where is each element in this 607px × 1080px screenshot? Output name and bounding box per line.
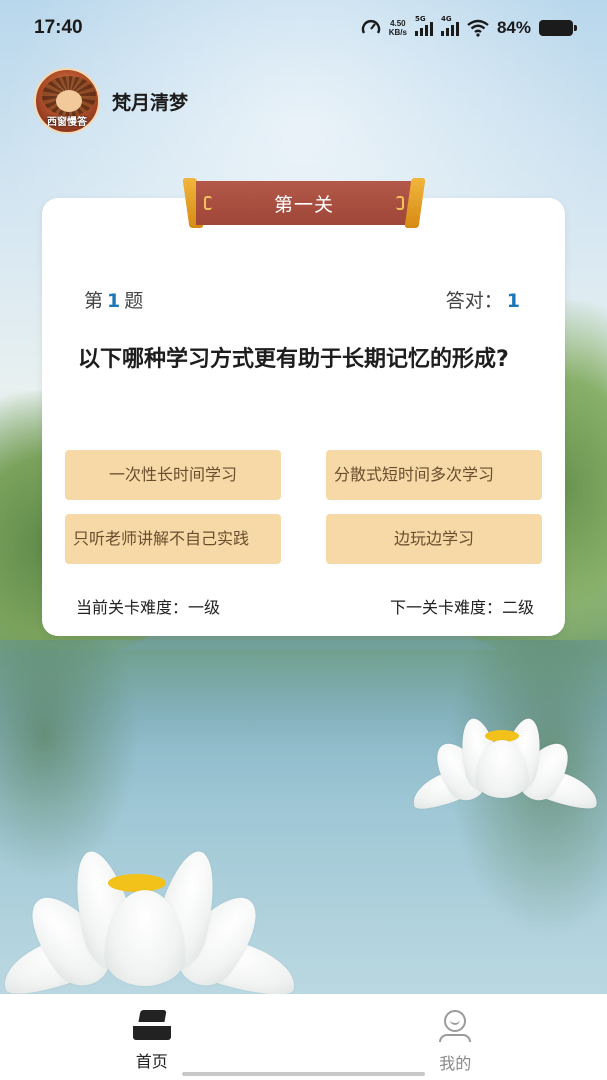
status-bar: 17:40 4.50 KB/s 5G 4G 84%: [0, 0, 607, 56]
question-meta: 第1题 答对： 1: [84, 286, 524, 313]
signal-5g-label: 5G: [414, 15, 426, 23]
hedgehog-face: [56, 90, 82, 112]
battery-percentage: 84%: [496, 18, 531, 37]
question-number-prefix: 第: [84, 290, 104, 312]
status-icons: 4.50 KB/s 5G 4G 84%: [361, 15, 577, 38]
nav-home[interactable]: 首页: [0, 994, 304, 1080]
lotus-flower-right: [400, 700, 605, 815]
level-title: 第一关: [196, 181, 412, 225]
home-icon: [132, 1010, 171, 1040]
person-icon: [439, 1010, 472, 1042]
correct-count: 答对： 1: [446, 286, 524, 313]
correct-count-label: 答对：: [445, 290, 503, 312]
banner-hook-left: [204, 196, 212, 210]
home-indicator[interactable]: [182, 1072, 425, 1076]
nav-home-label: 首页: [135, 1052, 168, 1071]
level-banner: 第一关: [182, 178, 426, 228]
username: 梵月清梦: [112, 91, 189, 114]
answer-option-a[interactable]: 一次性长时间学习: [65, 450, 281, 500]
lotus-flower-left: [0, 830, 302, 1003]
question-text: 以下哪种学习方式更有助于长期记忆的形成?: [78, 347, 509, 372]
question-number-suffix: 题: [124, 290, 144, 312]
current-difficulty: 当前关卡难度：一级: [76, 598, 221, 617]
signal-4g-label: 4G: [440, 15, 452, 23]
network-speed: 4.50 KB/s: [389, 19, 407, 37]
avatar[interactable]: 西窗慢答: [34, 68, 100, 134]
nav-mine[interactable]: 我的: [304, 994, 607, 1080]
signal-5g-icon: 5G: [414, 15, 433, 36]
speed-gauge-icon: [361, 20, 380, 34]
next-difficulty: 下一关卡难度：二级: [389, 598, 534, 617]
wifi-icon: [467, 19, 489, 37]
network-speed-value: 4.50: [390, 19, 406, 28]
correct-count-value: 1: [506, 290, 520, 312]
clock: 17:40: [34, 17, 83, 38]
battery-icon: [539, 20, 577, 36]
network-speed-unit: KB/s: [388, 28, 407, 37]
answer-option-b[interactable]: 分散式短时间多次学习: [326, 450, 542, 500]
difficulty-row: 当前关卡难度：一级 下一关卡难度：二级: [76, 594, 534, 618]
user-profile[interactable]: 西窗慢答 梵月清梦: [34, 68, 188, 134]
bottom-nav: 首页 我的: [0, 994, 607, 1080]
signal-4g-icon: 4G: [440, 15, 459, 36]
nav-mine-label: 我的: [439, 1054, 472, 1073]
quiz-card: [42, 198, 565, 636]
question-number: 第1题: [84, 286, 143, 313]
answer-option-d[interactable]: 边玩边学习: [326, 514, 542, 564]
answer-option-c[interactable]: 只听老师讲解不自己实践: [65, 514, 281, 564]
question-number-value: 1: [107, 290, 121, 312]
avatar-caption: 西窗慢答: [47, 117, 87, 128]
banner-hook-right: [396, 196, 404, 210]
